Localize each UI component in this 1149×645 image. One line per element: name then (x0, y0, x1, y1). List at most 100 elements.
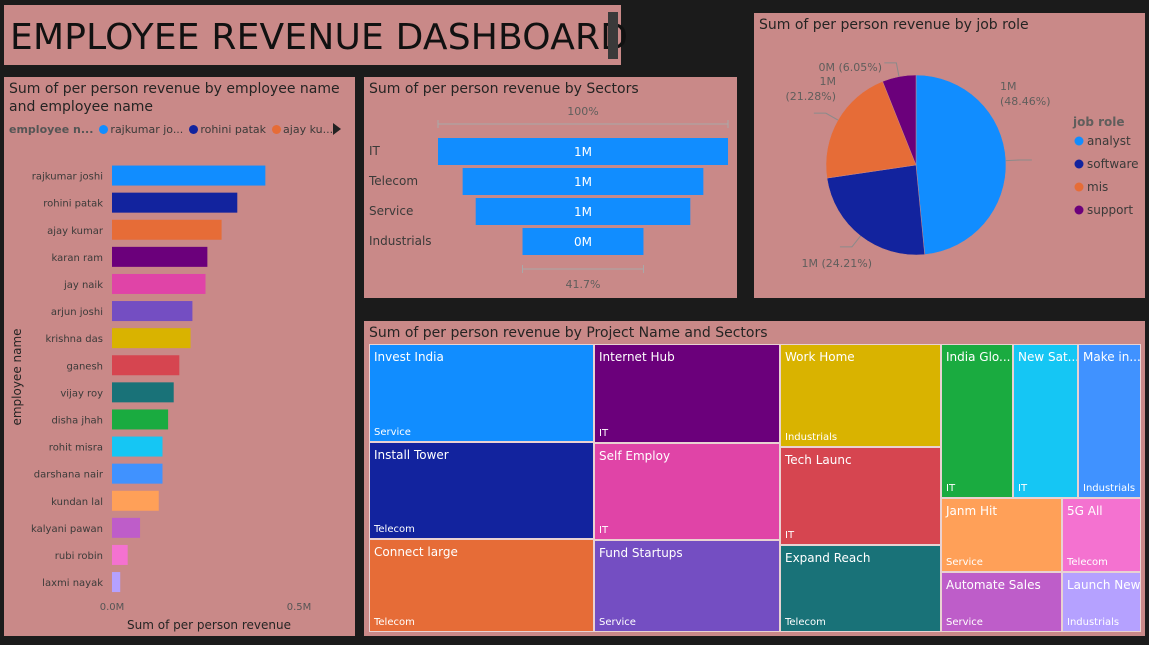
treemap-sector-label: Service (946, 557, 983, 568)
pie-slice[interactable] (826, 164, 925, 256)
employee-bar[interactable] (112, 165, 266, 186)
employee-tick-label: krishna das (45, 334, 103, 345)
employee-bar[interactable] (112, 436, 163, 457)
project-treemap-chart[interactable]: Sum of per person revenue by Project Nam… (364, 321, 1145, 636)
job-legend-entry[interactable]: analyst (1087, 134, 1131, 148)
employee-bar[interactable] (112, 192, 238, 213)
x-axis-title: Sum of per person revenue (127, 618, 291, 632)
treemap-area: Invest India Service Install Tower Telecom C… (369, 344, 1141, 632)
treemap-tile[interactable]: Install Tower Telecom (369, 442, 594, 539)
employee-bar[interactable] (112, 246, 208, 267)
employee-bar[interactable] (112, 409, 169, 430)
treemap-tile[interactable]: Fund Startups Service (594, 540, 780, 632)
job-role-pie-chart[interactable]: Sum of per person revenue by job role 1M… (754, 13, 1145, 298)
employee-bar[interactable] (112, 219, 222, 240)
sector-tick-label: IT (369, 144, 381, 158)
sector-tick-label: Telecom (368, 174, 418, 188)
employee-tick-label: rohini patak (43, 199, 103, 210)
treemap-project-label: Self Employ (599, 449, 671, 463)
pie-slice[interactable] (915, 74, 1007, 255)
job-legend-entry[interactable]: support (1087, 203, 1133, 217)
treemap-sector-label: Service (946, 617, 983, 628)
sector-value-label: 1M (574, 205, 592, 219)
treemap-sector-label: Telecom (374, 617, 415, 628)
treemap-sector-label: IT (599, 525, 609, 536)
employee-bar[interactable] (112, 301, 193, 322)
employee-tick-label: rajkumar joshi (32, 172, 103, 183)
employee-bar[interactable] (112, 382, 174, 403)
employee-bar[interactable] (112, 490, 159, 511)
treemap-project-label: New Sat... (1018, 350, 1078, 364)
treemap-tile[interactable]: Janm Hit Service (941, 498, 1062, 572)
treemap-tile[interactable]: India Glo... IT (941, 344, 1013, 498)
employee-revenue-chart[interactable]: Sum of per person revenue by employee na… (4, 77, 355, 636)
treemap-sector-label: Telecom (1067, 557, 1108, 568)
treemap-project-label: India Glo... (946, 350, 1011, 364)
employee-bar[interactable] (112, 517, 141, 538)
employee-bar[interactable] (112, 328, 191, 349)
employee-tick-label: ajay kumar (47, 226, 104, 237)
y-axis-title: employee name (10, 328, 24, 425)
sector-value-label: 0M (574, 235, 592, 249)
employee-bar[interactable] (112, 544, 128, 565)
treemap-project-label: Make in... (1083, 350, 1141, 364)
pie-leader-line (1005, 159, 1032, 162)
treemap-tile[interactable]: Internet Hub IT (594, 344, 780, 443)
employee-bar[interactable] (112, 355, 180, 376)
job-legend-entry[interactable]: mis (1087, 180, 1108, 194)
employee-tick-label: kundan lal (51, 497, 103, 508)
treemap-tile[interactable]: New Sat... IT (1013, 344, 1078, 498)
sector-tick-label: Service (369, 204, 413, 218)
treemap-sector-label: Service (374, 427, 411, 438)
employee-tick-label: kalyani pawan (31, 524, 103, 535)
employee-tick-label: ganesh (66, 361, 103, 372)
treemap-project-label: Invest India (374, 350, 444, 364)
pie-value-label: 0M (6.05%) (818, 61, 882, 74)
treemap-tile[interactable]: Tech Launc IT (780, 447, 941, 545)
treemap-project-label: Expand Reach (785, 551, 871, 565)
pie-value-label: 1M (24.21%) (801, 257, 872, 270)
dashboard-title-box: EMPLOYEE REVENUE DASHBOARD (4, 5, 628, 65)
employee-tick-label: laxmi nayak (42, 578, 103, 589)
treemap-tile[interactable]: Launch New Industrials (1062, 572, 1141, 632)
treemap-tile[interactable]: 5G All Telecom (1062, 498, 1141, 572)
treemap-sector-label: Industrials (1083, 483, 1136, 494)
employee-bar[interactable] (112, 572, 121, 593)
treemap-tile[interactable]: Invest India Service (369, 344, 594, 442)
employee-tick-label: arjun joshi (51, 307, 103, 318)
treemap-tile[interactable]: Automate Sales Service (941, 572, 1062, 632)
sector-value-label: 1M (574, 145, 592, 159)
job-legend-entry[interactable]: software (1087, 157, 1139, 171)
legend-dot (1074, 182, 1084, 192)
sector-funnel-chart[interactable]: Sum of per person revenue by Sectors 100… (364, 77, 737, 298)
treemap-tile[interactable]: Self Employ IT (594, 443, 780, 540)
treemap-tile[interactable]: Expand Reach Telecom (780, 545, 941, 632)
employee-bar[interactable] (112, 273, 206, 294)
pie-value-label: 1M (1000, 80, 1017, 93)
sector-value-label: 1M (574, 175, 592, 189)
treemap-project-label: 5G All (1067, 504, 1103, 518)
pie-leader-line (884, 62, 900, 77)
treemap-project-label: Automate Sales (946, 578, 1041, 592)
treemap-chart-title: Sum of per person revenue by Project Nam… (369, 325, 768, 341)
pie-value-label: 1M (820, 75, 837, 88)
treemap-project-label: Janm Hit (946, 504, 998, 518)
treemap-tile[interactable]: Work Home Industrials (780, 344, 941, 447)
x-tick-label: 0.0M (100, 602, 125, 613)
treemap-sector-label: Industrials (785, 432, 838, 443)
pie-percent-label: (21.28%) (785, 90, 836, 103)
x-tick-label: 0.5M (287, 602, 312, 613)
treemap-project-label: Fund Startups (599, 546, 683, 560)
treemap-project-label: Work Home (785, 350, 855, 364)
treemap-tile[interactable]: Connect large Telecom (369, 539, 594, 632)
pie-percent-label: (48.46%) (1000, 95, 1051, 108)
pie-leader-line (813, 112, 839, 121)
title-cursor-bar (608, 12, 618, 59)
treemap-sector-label: IT (785, 530, 795, 541)
treemap-sector-label: IT (599, 428, 609, 439)
employee-bar[interactable] (112, 463, 163, 484)
treemap-project-label: Connect large (374, 545, 458, 559)
treemap-tile[interactable]: Make in... Industrials (1078, 344, 1141, 498)
treemap-project-label: Install Tower (374, 448, 449, 462)
employee-tick-label: jay naik (63, 280, 103, 291)
